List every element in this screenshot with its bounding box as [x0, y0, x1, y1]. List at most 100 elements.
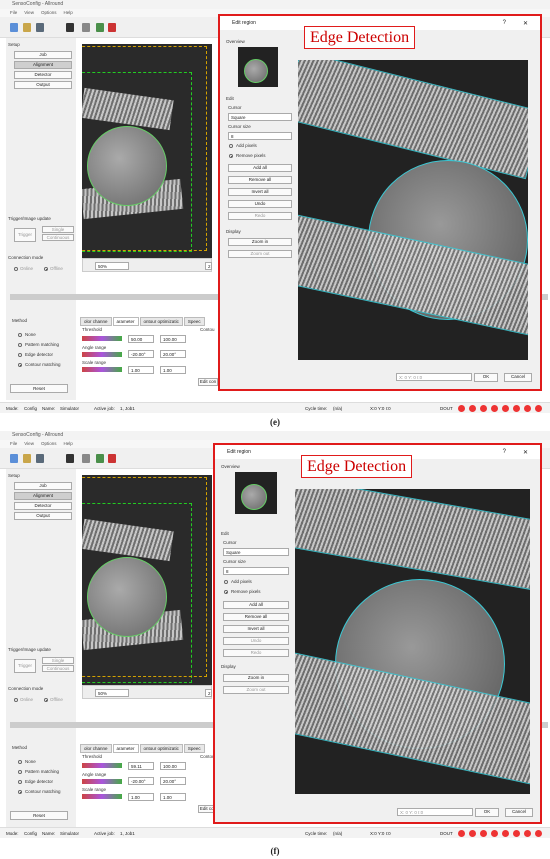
- cursor-select[interactable]: Square: [223, 548, 289, 556]
- output-button[interactable]: Output: [14, 512, 72, 520]
- menu-options[interactable]: Options: [41, 441, 57, 446]
- angle-max[interactable]: 20.00°: [160, 350, 186, 358]
- menu-options[interactable]: Options: [41, 10, 57, 15]
- page-field[interactable]: 2: [205, 689, 212, 697]
- red-icon[interactable]: [108, 23, 116, 32]
- angle-max[interactable]: 20.00°: [160, 777, 186, 785]
- threshold-min[interactable]: 59.11: [128, 762, 154, 770]
- angle-min[interactable]: -20.00°: [128, 777, 154, 785]
- method-pattern[interactable]: [18, 343, 22, 347]
- method-none[interactable]: [18, 333, 22, 337]
- help-icon[interactable]: ?: [503, 449, 506, 455]
- angle-min[interactable]: -20.00°: [128, 350, 154, 358]
- tab-color[interactable]: olor channe: [80, 744, 112, 753]
- menu-help[interactable]: Help: [63, 10, 72, 15]
- reset-button[interactable]: Reset: [10, 811, 68, 820]
- cube-icon[interactable]: [82, 23, 90, 32]
- menu-view[interactable]: View: [24, 441, 34, 446]
- edit-canvas[interactable]: [298, 60, 528, 360]
- invert-all-button[interactable]: Invert all: [228, 188, 292, 196]
- edit-canvas[interactable]: [295, 489, 530, 794]
- camera-image[interactable]: [82, 475, 212, 685]
- menu-view[interactable]: View: [24, 10, 34, 15]
- film-icon[interactable]: [66, 454, 74, 463]
- undo-button[interactable]: Undo: [223, 637, 289, 645]
- tab-parameter[interactable]: arameter: [112, 744, 139, 753]
- open-icon[interactable]: [23, 23, 31, 32]
- open-icon[interactable]: [23, 454, 31, 463]
- scroll-strip[interactable]: 50% 2: [82, 685, 212, 699]
- alignment-button[interactable]: Alignment: [14, 492, 72, 500]
- invert-all-button[interactable]: Invert all: [223, 625, 289, 633]
- single-button[interactable]: Single: [42, 657, 74, 664]
- menu-file[interactable]: File: [10, 441, 17, 446]
- threshold-max[interactable]: 100.00: [160, 335, 186, 343]
- close-icon[interactable]: ✕: [523, 449, 528, 456]
- angle-slider[interactable]: [82, 779, 122, 784]
- remove-pixels-radio[interactable]: [224, 590, 228, 594]
- alignment-button[interactable]: Alignment: [14, 61, 72, 69]
- threshold-slider[interactable]: [82, 336, 122, 341]
- job-button[interactable]: Job: [14, 482, 72, 490]
- scale-min[interactable]: 1.00: [128, 366, 154, 374]
- offline-radio[interactable]: [44, 698, 48, 702]
- trigger-button[interactable]: Trigger: [14, 659, 36, 673]
- tab-contour-opt[interactable]: ontour optimizatic: [139, 744, 183, 753]
- method-contour[interactable]: [18, 790, 22, 794]
- add-all-button[interactable]: Add all: [228, 164, 292, 172]
- scroll-strip[interactable]: 50% 2: [82, 258, 212, 272]
- detector-button[interactable]: Detector: [14, 502, 72, 510]
- new-icon[interactable]: [10, 23, 18, 32]
- ok-button[interactable]: OK: [474, 373, 498, 382]
- add-pixels-radio[interactable]: [224, 580, 228, 584]
- help-icon[interactable]: ?: [503, 20, 506, 26]
- menu-help[interactable]: Help: [63, 441, 72, 446]
- zoom-in-button[interactable]: Zoom in: [223, 674, 289, 682]
- continuous-button[interactable]: Continuous: [42, 665, 74, 672]
- cancel-button[interactable]: Cancel: [505, 808, 533, 817]
- cursor-size-input[interactable]: 8: [223, 567, 289, 575]
- ok-button[interactable]: OK: [475, 808, 499, 817]
- scale-max[interactable]: 1.00: [160, 366, 186, 374]
- offline-radio[interactable]: [44, 267, 48, 271]
- threshold-max[interactable]: 100.00: [160, 762, 186, 770]
- tab-color[interactable]: olor channe: [80, 317, 112, 326]
- threshold-min[interactable]: 50.00: [128, 335, 154, 343]
- zoom-field[interactable]: 50%: [95, 689, 129, 697]
- online-radio[interactable]: [14, 698, 18, 702]
- output-button[interactable]: Output: [14, 81, 72, 89]
- online-radio[interactable]: [14, 267, 18, 271]
- scale-slider[interactable]: [82, 367, 122, 372]
- trigger-button[interactable]: Trigger: [14, 228, 36, 242]
- tab-parameter[interactable]: arameter: [112, 317, 139, 326]
- zoom-in-button[interactable]: Zoom in: [228, 238, 292, 246]
- cube-icon[interactable]: [82, 454, 90, 463]
- scale-slider[interactable]: [82, 794, 122, 799]
- page-field[interactable]: 2: [205, 262, 212, 270]
- tab-speed[interactable]: Speec: [183, 744, 205, 753]
- reset-button[interactable]: Reset: [10, 384, 68, 393]
- threshold-slider[interactable]: [82, 763, 122, 768]
- redo-button[interactable]: Redo: [228, 212, 292, 220]
- method-pattern[interactable]: [18, 770, 22, 774]
- single-button[interactable]: Single: [42, 226, 74, 233]
- camera-icon[interactable]: [36, 23, 44, 32]
- job-button[interactable]: Job: [14, 51, 72, 59]
- grid-icon[interactable]: [96, 23, 104, 32]
- scale-min[interactable]: 1.00: [128, 793, 154, 801]
- angle-slider[interactable]: [82, 352, 122, 357]
- camera-image[interactable]: [82, 44, 212, 258]
- add-pixels-radio[interactable]: [229, 144, 233, 148]
- remove-pixels-radio[interactable]: [229, 154, 233, 158]
- zoom-field[interactable]: 50%: [95, 262, 129, 270]
- menu-file[interactable]: File: [10, 10, 17, 15]
- camera-icon[interactable]: [36, 454, 44, 463]
- film-icon[interactable]: [66, 23, 74, 32]
- tab-speed[interactable]: Speec: [183, 317, 205, 326]
- cursor-select[interactable]: Square: [228, 113, 292, 121]
- zoom-out-button[interactable]: Zoom out: [228, 250, 292, 258]
- method-contour[interactable]: [18, 363, 22, 367]
- undo-button[interactable]: Undo: [228, 200, 292, 208]
- method-none[interactable]: [18, 760, 22, 764]
- grid-icon[interactable]: [96, 454, 104, 463]
